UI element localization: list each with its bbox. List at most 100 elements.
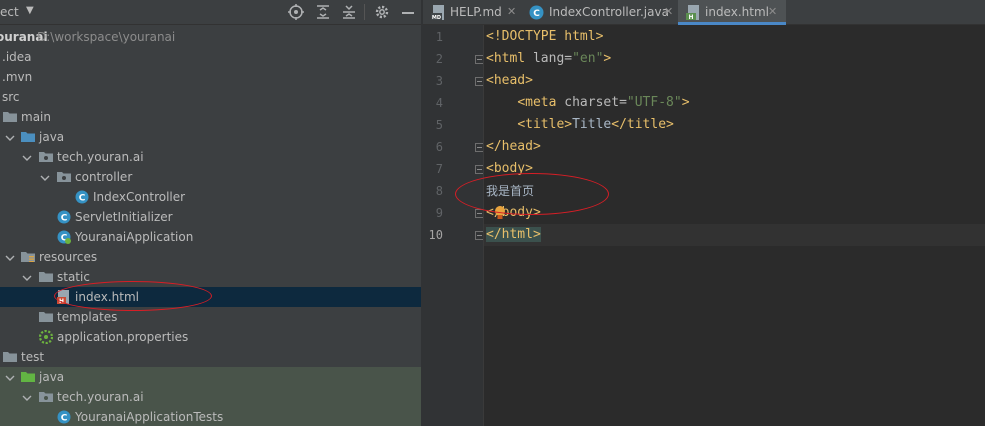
svg-text:C: C [79, 194, 86, 204]
tree-item-test-java[interactable]: java [0, 367, 421, 387]
title-text: Title [572, 117, 612, 132]
chevron-down-icon[interactable] [22, 393, 32, 403]
java-class-icon: C [75, 190, 89, 204]
minimize-icon[interactable] [399, 3, 417, 21]
html-open-tag-end: > [603, 51, 612, 66]
html-lang-value: "en" [572, 51, 604, 66]
meta-open-tag: <meta [517, 95, 557, 110]
test-class-icon: C [57, 410, 71, 424]
header-separator [364, 4, 365, 20]
tree-item-label: ServletInitializer [75, 210, 173, 224]
active-tab-indicator [678, 22, 786, 25]
chevron-down-icon[interactable] [40, 173, 50, 183]
meta-charset-value: "UTF-8" [626, 95, 682, 110]
spring-boot-class-icon: C [57, 230, 71, 244]
code-line-3: <head> [486, 70, 533, 92]
tree-item-project-root[interactable]: ouranai D:\workspace\youranai [0, 27, 421, 47]
head-open-tag: <head> [486, 73, 533, 88]
html-file-icon: H [686, 5, 701, 20]
tree-item-test-package[interactable]: tech.youran.ai [0, 387, 421, 407]
tree-item-label: .mvn [2, 70, 33, 84]
tree-item-static[interactable]: static [0, 267, 421, 287]
tree-item-label: java [39, 130, 65, 144]
caret-down-icon[interactable]: ▼ [26, 5, 34, 16]
line-number: 4 [435, 96, 443, 110]
java-class-icon: C [529, 5, 544, 20]
tree-item-templates[interactable]: templates [0, 307, 421, 327]
line-number: 2 [435, 52, 443, 66]
title-open-tag: <title> [517, 117, 573, 132]
gear-icon[interactable] [373, 3, 391, 21]
tree-item-label: YouranaiApplicationTests [75, 410, 224, 424]
tree-item-label: controller [75, 170, 133, 184]
line-number-current: 10 [428, 228, 443, 242]
annotation-ellipse-tree [54, 281, 212, 311]
tree-item-label: test [21, 350, 45, 364]
tab-label: HELP.md [450, 5, 502, 19]
expand-all-icon[interactable] [314, 3, 332, 21]
tree-item-package[interactable]: tech.youran.ai [0, 147, 421, 167]
tree-item-index-controller[interactable]: C IndexController [0, 187, 421, 207]
code-line-4: <meta charset="UTF-8"> [486, 92, 690, 114]
title-close-tag: </title> [611, 117, 674, 132]
tab-label: index.html [705, 5, 769, 19]
tab-index-controller[interactable]: C IndexController.java ✕ [526, 0, 676, 25]
tree-item-label: IndexController [93, 190, 186, 204]
close-icon[interactable]: ✕ [768, 0, 777, 24]
tab-index-html[interactable]: H index.html ✕ [678, 0, 786, 25]
svg-text:C: C [61, 414, 68, 424]
close-icon[interactable]: ✕ [664, 0, 673, 24]
project-panel: ect ▼ ouranai D:\workspace\youranai .ide… [0, 0, 421, 426]
chevron-down-icon[interactable] [5, 133, 15, 143]
tab-help-md[interactable]: MD HELP.md ✕ [423, 0, 526, 25]
tree-item-youranai-application[interactable]: C YouranaiApplication [0, 227, 421, 247]
chevron-down-icon[interactable] [22, 153, 32, 163]
collapse-all-icon[interactable] [340, 3, 358, 21]
tree-item-application-properties[interactable]: application.properties [0, 327, 421, 347]
close-icon[interactable]: ✕ [507, 0, 516, 24]
code-line-2: <html lang="en"> [486, 48, 611, 70]
folder-icon [39, 270, 53, 284]
code-line-5: <title>Title</title> [486, 114, 674, 136]
package-icon [39, 390, 53, 404]
editor-gutter[interactable]: 1 2 3 4 5 6 7 8 9 10 [423, 25, 484, 426]
project-panel-title[interactable]: ect [0, 5, 19, 19]
tree-item-servlet-initializer[interactable]: C ServletInitializer [0, 207, 421, 227]
tree-item-label: tech.youran.ai [57, 150, 144, 164]
tree-item-resources[interactable]: resources [0, 247, 421, 267]
folder-icon [3, 110, 17, 124]
tree-item-idea[interactable]: .idea [0, 47, 421, 67]
tree-item-main[interactable]: main [0, 107, 421, 127]
meta-charset-attr: charset= [556, 95, 627, 110]
chevron-down-icon[interactable] [5, 373, 15, 383]
locate-icon[interactable] [287, 3, 305, 21]
tree-item-java[interactable]: java [0, 127, 421, 147]
chevron-down-icon[interactable] [22, 273, 32, 283]
code-line-1: <!DOCTYPE html> [486, 26, 603, 48]
tree-item-application-tests[interactable]: C YouranaiApplicationTests [0, 407, 421, 426]
html-close-tag: </html> [486, 227, 541, 242]
resources-folder-icon [21, 250, 35, 264]
doctype-token: <!DOCTYPE html> [486, 29, 604, 44]
line-number: 9 [435, 206, 443, 220]
tree-item-mvn[interactable]: .mvn [0, 67, 421, 87]
tree-item-src[interactable]: src [0, 87, 421, 107]
meta-tag-end: > [681, 95, 690, 110]
tree-item-label: resources [39, 250, 98, 264]
html-lang-attr: lang= [525, 51, 573, 66]
editor: MD HELP.md ✕ C IndexController.java ✕ H … [423, 0, 985, 426]
head-close-tag: </head> [486, 139, 541, 154]
chevron-down-icon[interactable] [5, 253, 15, 263]
tree-item-label: tech.youran.ai [57, 390, 144, 404]
line-number: 1 [435, 30, 443, 44]
svg-text:MD: MD [432, 15, 441, 20]
tree-item-controller[interactable]: controller [0, 167, 421, 187]
markdown-file-icon: MD [431, 5, 446, 20]
tree-item-label: .idea [2, 50, 32, 64]
tree-item-label: main [21, 110, 51, 124]
tree-item-test[interactable]: test [0, 347, 421, 367]
html-open-tag: <html [486, 51, 526, 66]
line-number: 6 [435, 140, 443, 154]
line-number: 5 [435, 118, 443, 132]
line-number: 8 [435, 184, 443, 198]
